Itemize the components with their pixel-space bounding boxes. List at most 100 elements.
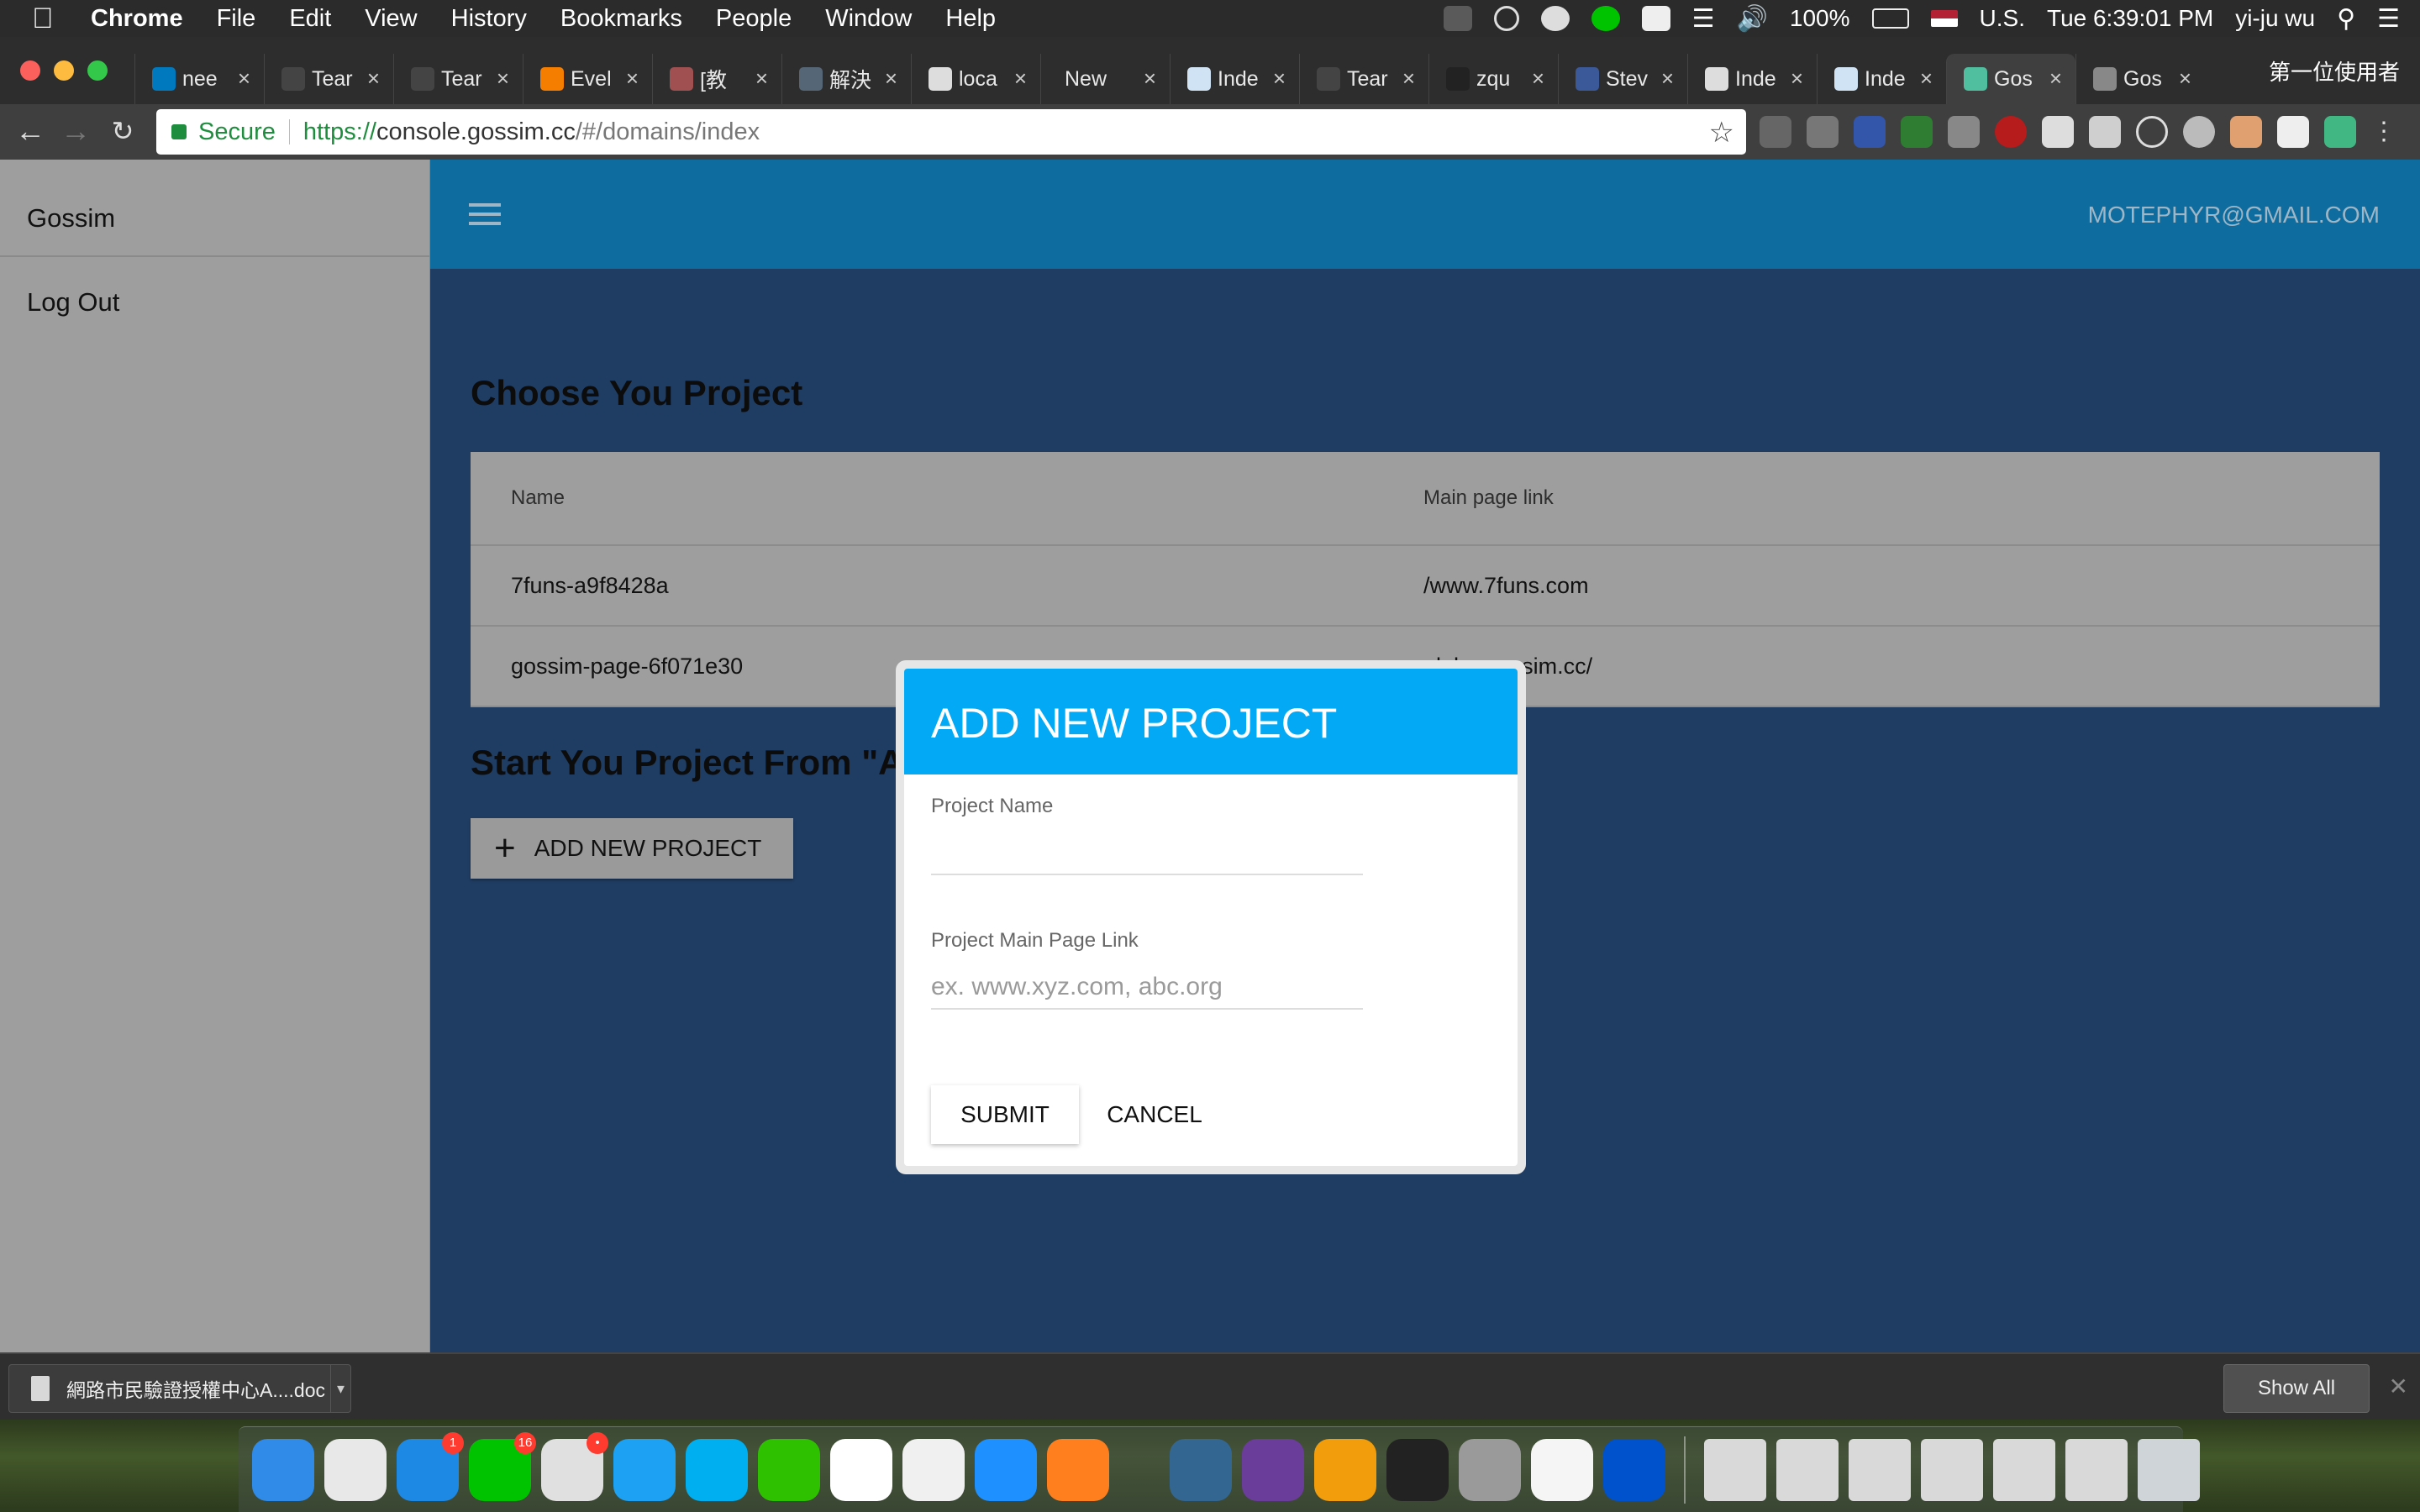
add-new-project-button[interactable]: + ADD NEW PROJECT [471,818,793,879]
project-link-input[interactable] [931,964,1363,1010]
tab-close-icon[interactable]: × [626,66,639,92]
wechat-icon[interactable] [758,1438,820,1501]
menubar-clock[interactable]: Tue 6:39:01 PM [2047,5,2213,32]
window-minimize-icon[interactable] [54,60,74,81]
textedit-icon[interactable] [1531,1438,1593,1501]
menu-history[interactable]: History [451,5,527,33]
forward-arrow-icon[interactable]: → [57,113,94,150]
chevron-down-icon[interactable]: ▾ [330,1365,350,1412]
line-icon[interactable]: 16 [469,1431,536,1501]
extension-green-icon[interactable] [1901,116,1933,148]
window-zoom-icon[interactable] [87,60,108,81]
window-thumb-icon[interactable] [1776,1438,1839,1501]
cancel-button[interactable]: CANCEL [1096,1085,1213,1144]
extension-sync-icon[interactable] [1760,116,1791,148]
extension-flag-icon[interactable] [1854,116,1886,148]
window-thumb-icon[interactable] [1993,1438,2055,1501]
extension-note-icon[interactable] [2277,116,2309,148]
extension-gear-icon[interactable] [2183,116,2215,148]
browser-tab[interactable]: Gos × [1946,54,2075,104]
sublime-icon[interactable] [1314,1438,1376,1501]
bookmark-star-icon[interactable]: ☆ [1709,116,1734,150]
browser-tab[interactable]: Tear × [393,54,523,104]
app-menu-chrome[interactable]: Chrome [91,5,183,33]
tab-close-icon[interactable]: × [497,66,509,92]
apple-menu-icon[interactable]:  [32,3,66,35]
window-thumb-icon[interactable] [1921,1438,1983,1501]
wechat-status-icon[interactable] [1540,6,1570,31]
skype-icon[interactable] [686,1438,748,1501]
browser-tab[interactable]: New Ta × [1040,54,1170,104]
extension-timer-icon[interactable] [1948,116,1980,148]
vue-devtools-icon[interactable] [2324,116,2356,148]
dropbox-icon[interactable] [1641,6,1670,31]
postgres-icon[interactable] [1170,1438,1232,1501]
input-source[interactable]: U.S. [1980,5,2025,32]
window-thumb-icon[interactable] [1849,1438,1911,1501]
submit-button[interactable]: SUBMIT [931,1085,1079,1144]
browser-tab[interactable]: zqu × [1428,54,1558,104]
menu-bookmarks[interactable]: Bookmarks [560,5,682,33]
menu-edit[interactable]: Edit [289,5,331,33]
browser-tab[interactable]: Evel × [523,54,652,104]
close-icon[interactable]: ✕ [2389,1373,2408,1400]
chrome-icon[interactable] [324,1438,387,1501]
calendar-icon[interactable] [830,1438,892,1501]
sidebar-item-logout[interactable]: Log Out [0,257,429,318]
menu-window[interactable]: Window [825,5,912,33]
browser-tab[interactable]: nee × [134,54,264,104]
tab-close-icon[interactable]: × [1402,66,1415,92]
sidebar-brand[interactable]: Gossim [0,160,429,257]
tab-close-icon[interactable]: × [1532,66,1544,92]
tab-close-icon[interactable]: × [1661,66,1674,92]
tab-close-icon[interactable]: × [2179,66,2191,92]
show-all-downloads-button[interactable]: Show All [2223,1364,2370,1413]
extension-pocket-icon[interactable] [1807,116,1839,148]
back-arrow-icon[interactable]: ← [12,113,49,150]
spotlight-search-icon[interactable]: ⚲ [2337,4,2355,34]
tab-close-icon[interactable]: × [1791,66,1803,92]
browser-tab[interactable]: Stev × [1558,54,1687,104]
doc-file-icon[interactable] [1704,1438,1766,1501]
glasses-icon[interactable] [1493,6,1519,31]
extension-pattern-icon[interactable] [2089,116,2121,148]
url-text[interactable]: https://console.gossim.cc/#/domains/inde… [303,118,760,146]
extension-target-icon[interactable] [2136,116,2168,148]
pencil-icon[interactable] [1242,1438,1304,1501]
browser-tab[interactable]: Tear × [1299,54,1428,104]
chrome-menu-icon[interactable]: ⋮ [2371,116,2396,148]
browser-tab[interactable]: Tear × [264,54,393,104]
ublock-icon[interactable] [1995,116,2027,148]
browser-tab[interactable]: loca × [911,54,1040,104]
menubar-user[interactable]: yi-ju wu [2235,5,2315,32]
hamburger-menu-icon[interactable] [469,203,501,225]
tab-close-icon[interactable]: × [1144,66,1156,92]
browser-tab[interactable]: Inde × [1817,54,1946,104]
slack-icon[interactable]: • [541,1431,608,1501]
extension-face-icon[interactable] [2230,116,2262,148]
battery-icon[interactable] [1871,8,1909,29]
notification-center-icon[interactable]: ☰ [2377,4,2400,34]
window-close-icon[interactable] [20,60,40,81]
menu-view[interactable]: View [365,5,417,33]
reload-icon[interactable]: ↻ [104,113,141,150]
user-email[interactable]: MOTEPHYR@GMAIL.COM [2088,202,2380,228]
table-row[interactable]: 7funs-a9f8428a /www.7funs.com [471,546,2380,627]
browser-tab[interactable]: [教 × [652,54,781,104]
tab-close-icon[interactable]: × [885,66,897,92]
tab-close-icon[interactable]: × [1014,66,1027,92]
tab-close-icon[interactable]: × [755,66,768,92]
us-flag-icon[interactable] [1930,10,1958,27]
menu-people[interactable]: People [716,5,792,33]
menu-file[interactable]: File [217,5,256,33]
browser-tab[interactable]: Gos × [2075,54,2205,104]
messenger-icon[interactable]: 1 [397,1431,464,1501]
tableplus-icon[interactable] [1459,1438,1521,1501]
tab-close-icon[interactable]: × [1920,66,1933,92]
window-thumb-icon[interactable] [2065,1438,2128,1501]
twitter-icon[interactable] [613,1438,676,1501]
emoji-icon[interactable] [902,1438,965,1501]
line-status-icon[interactable] [1591,6,1620,31]
profile-button[interactable]: 第一位使用者 [2269,55,2400,87]
project-name-input[interactable] [931,830,1363,875]
